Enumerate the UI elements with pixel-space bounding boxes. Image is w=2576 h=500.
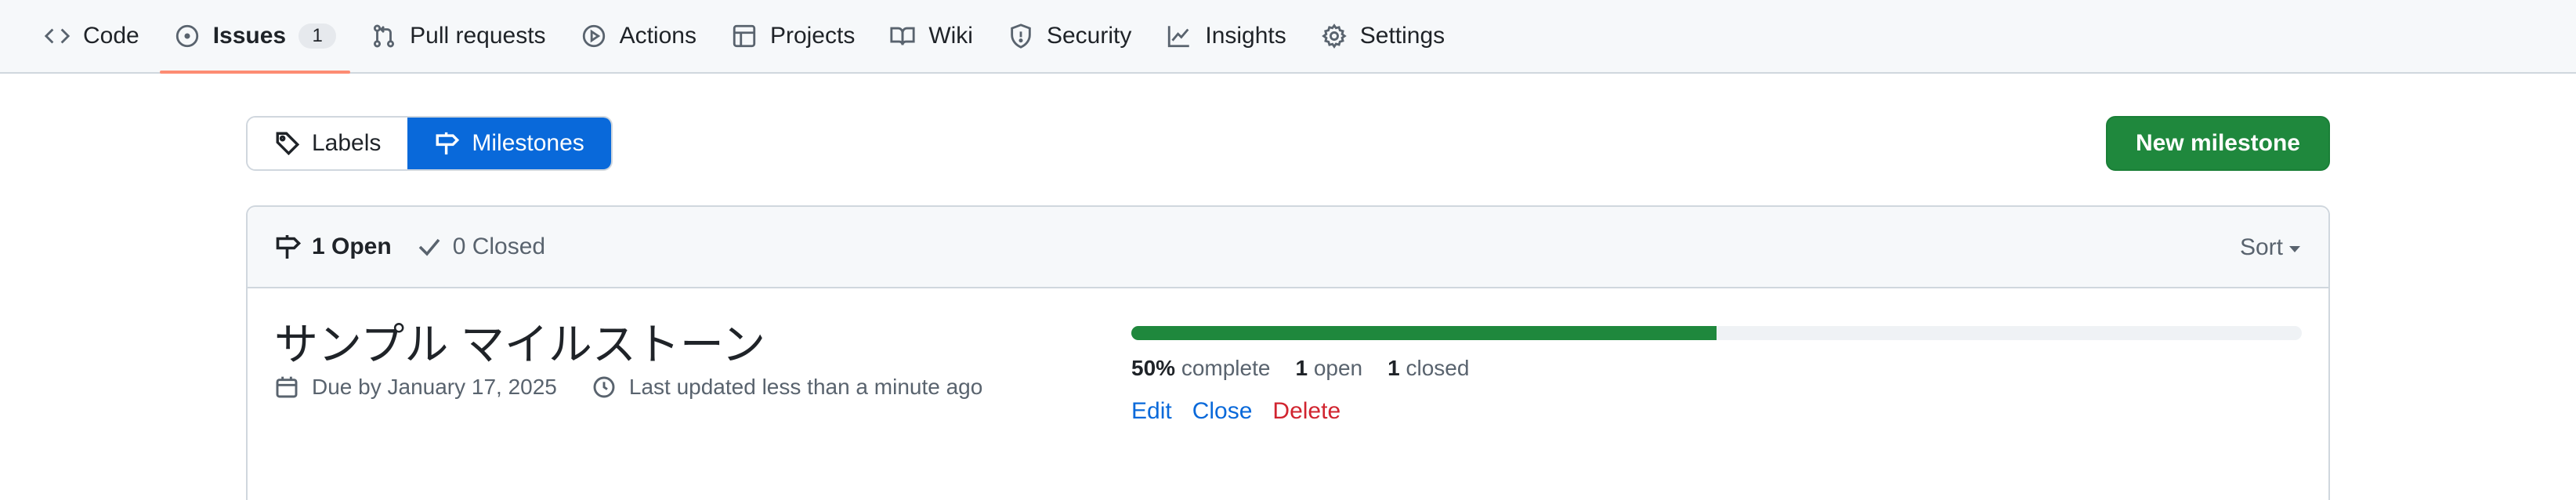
milestones-label: Milestones: [472, 130, 584, 156]
milestone-icon: [276, 235, 302, 259]
nav-item-label: Settings: [1359, 23, 1445, 49]
sort-label: Sort: [2239, 234, 2283, 260]
milestone-icon: [436, 132, 460, 155]
milestones-list: 1 Open 0 Closed Sort サンプル マイルストーン Due by…: [246, 205, 2330, 500]
nav-item-label: Code: [83, 23, 139, 49]
percent-complete: 50% complete: [1131, 356, 1271, 380]
calendar-icon: [276, 376, 298, 398]
open-count: 1 open: [1295, 356, 1363, 380]
nav-item-label: Security: [1046, 23, 1132, 49]
nav-item-pull-requests[interactable]: Pull requests: [353, 0, 563, 72]
repo-nav: Code Issues 1 Pull requests Actions Proj…: [0, 0, 2576, 74]
check-icon: [418, 238, 440, 256]
subnav: Labels Milestones New milestone: [246, 116, 2330, 171]
code-icon: [44, 28, 71, 44]
nav-item-label: Issues: [212, 23, 287, 49]
milestones-button[interactable]: Milestones: [407, 118, 611, 169]
git-pull-request-icon: [374, 24, 395, 48]
sort-dropdown[interactable]: Sort: [2240, 207, 2300, 288]
nav-item-actions[interactable]: Actions: [563, 0, 714, 72]
nav-item-label: Insights: [1205, 23, 1286, 49]
milestone-row: サンプル マイルストーン Due by January 17, 2025 Las…: [248, 288, 2328, 469]
shield-icon: [1011, 24, 1031, 49]
nav-item-code[interactable]: Code: [27, 0, 157, 72]
nav-item-label: Wiki: [928, 23, 973, 49]
milestone-stats: 50% complete 1 open 1 closed: [1131, 356, 2302, 381]
milestone-progress-area: 50% complete 1 open 1 closed Edit Close …: [1131, 326, 2302, 425]
milestone-info: サンプル マイルストーン Due by January 17, 2025 Las…: [274, 320, 982, 400]
milestone-last-updated: Last updated less than a minute ago: [628, 375, 983, 399]
nav-item-label: Pull requests: [410, 23, 546, 49]
closed-filter-label: 0 Closed: [452, 234, 546, 259]
book-icon: [890, 27, 915, 45]
table-icon: [733, 24, 756, 48]
milestones-list-header: 1 Open 0 Closed Sort: [248, 207, 2328, 288]
issue-opened-icon: [175, 24, 198, 48]
clock-icon: [593, 376, 615, 398]
new-milestone-button[interactable]: New milestone: [2105, 116, 2330, 171]
tag-icon: [276, 132, 300, 156]
close-link[interactable]: Close: [1192, 398, 1253, 425]
labels-label: Labels: [312, 130, 382, 156]
milestone-meta: Due by January 17, 2025 Last updated les…: [274, 375, 982, 400]
gear-icon: [1321, 24, 1347, 49]
open-filter-label: 1 Open: [312, 234, 392, 259]
nav-item-wiki[interactable]: Wiki: [872, 0, 990, 72]
milestone-actions: Edit Close Delete: [1131, 398, 2302, 425]
edit-link[interactable]: Edit: [1131, 398, 1172, 425]
milestone-title[interactable]: サンプル マイルストーン: [274, 320, 982, 370]
nav-item-issues[interactable]: Issues 1: [157, 0, 353, 74]
repo-nav-list: Code Issues 1 Pull requests Actions Proj…: [0, 0, 2576, 74]
open-filter[interactable]: 1 Open: [274, 233, 392, 261]
progress-bar-fill: [1131, 326, 1717, 340]
play-icon: [582, 24, 605, 48]
caret-down-icon: [2289, 246, 2300, 252]
nav-item-projects[interactable]: Projects: [714, 0, 872, 72]
nav-item-settings[interactable]: Settings: [1304, 0, 1462, 72]
nav-item-label: Projects: [769, 23, 856, 49]
graph-icon: [1168, 26, 1190, 48]
issues-counter: 1: [298, 24, 337, 49]
closed-filter[interactable]: 0 Closed: [415, 233, 545, 261]
labels-milestones-toggle: Labels Milestones: [246, 116, 613, 171]
nav-item-security[interactable]: Security: [990, 0, 1149, 72]
milestone-due-date: Due by January 17, 2025: [312, 375, 557, 399]
delete-link[interactable]: Delete: [1272, 398, 1340, 425]
closed-count: 1 closed: [1387, 356, 1470, 380]
progress-bar: [1131, 326, 2302, 340]
nav-item-label: Actions: [619, 23, 696, 49]
labels-button[interactable]: Labels: [248, 118, 408, 169]
nav-item-insights[interactable]: Insights: [1149, 0, 1303, 72]
